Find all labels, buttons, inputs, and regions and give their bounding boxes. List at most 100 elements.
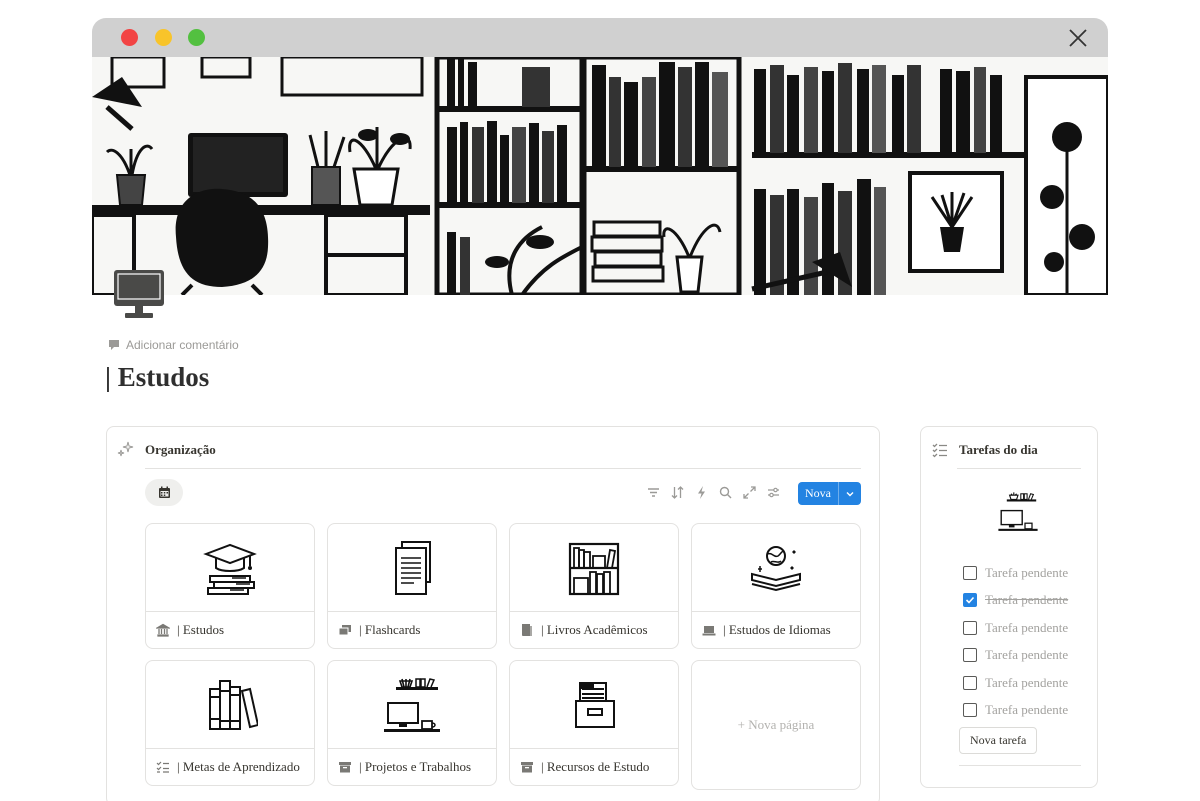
task-item: Tarefa pendente <box>963 620 1068 636</box>
title-bar <box>92 18 1108 57</box>
browser-window: Adicionar comentário | Estudos Organizaç… <box>92 18 1108 801</box>
card-cover <box>692 524 860 612</box>
task-text[interactable]: Tarefa pendente <box>985 620 1068 636</box>
cards-icon <box>338 625 351 636</box>
task-text[interactable]: Tarefa pendente <box>985 675 1068 691</box>
task-checkbox[interactable] <box>963 676 977 690</box>
open-book-globe-icon <box>751 545 801 591</box>
card-title: | Flashcards <box>359 622 421 637</box>
organization-panel: Organização Nova | Estudos | Flashcards … <box>106 426 880 801</box>
organization-title: Organização <box>145 442 216 457</box>
tasks-header: Tarefas do dia <box>932 442 1038 458</box>
card-estudos-de-idiomas[interactable]: | Estudos de Idiomas <box>691 523 861 649</box>
task-checkbox[interactable] <box>963 566 977 580</box>
card-cover <box>328 524 496 612</box>
task-item: Tarefa pendente <box>963 647 1068 663</box>
desk-workspace-icon <box>998 492 1038 531</box>
card-cover <box>510 661 678 749</box>
archive-icon <box>521 762 533 773</box>
card-projetos-e-trabalhos[interactable]: | Projetos e Trabalhos <box>327 660 497 786</box>
card-cover <box>146 661 314 749</box>
expand-icon[interactable] <box>742 485 757 500</box>
divider <box>957 468 1081 469</box>
add-comment-label: Adicionar comentário <box>126 338 239 352</box>
cover-image[interactable] <box>92 57 1108 295</box>
sparkle-icon <box>117 441 134 457</box>
card-label-row: | Metas de Aprendizado <box>146 749 314 785</box>
card-title: | Projetos e Trabalhos <box>359 759 472 774</box>
document-stack-icon <box>395 540 431 595</box>
new-button[interactable]: Nova <box>798 482 861 505</box>
card-cover <box>510 524 678 612</box>
calendar-icon <box>158 486 170 498</box>
task-checkbox[interactable] <box>963 703 977 717</box>
card-cover <box>328 661 496 749</box>
comment-icon <box>109 340 119 350</box>
file-drawer-icon <box>575 681 615 728</box>
close-dot[interactable] <box>121 29 138 46</box>
card-estudos[interactable]: | Estudos <box>145 523 315 649</box>
search-icon[interactable] <box>718 485 733 500</box>
task-item: Tarefa pendente <box>963 565 1068 581</box>
card-label-row: | Flashcards <box>328 612 496 648</box>
card-label-row: | Projetos e Trabalhos <box>328 749 496 785</box>
divider <box>959 765 1081 766</box>
card-recursos-de-estudo[interactable]: | Recursos de Estudo <box>509 660 679 786</box>
archive-icon <box>339 762 351 773</box>
card-title: | Recursos de Estudo <box>541 759 650 774</box>
task-item: Tarefa pendente <box>963 675 1068 691</box>
lightning-icon[interactable] <box>694 485 709 500</box>
add-comment-button[interactable]: Adicionar comentário <box>108 338 239 352</box>
sort-icon[interactable] <box>670 485 685 500</box>
database-toolbar <box>646 485 781 500</box>
tasks-title: Tarefas do dia <box>959 442 1038 457</box>
checklist-icon <box>932 443 947 458</box>
card-title: | Livros Acadêmicos <box>541 622 648 637</box>
bookshelf-icon <box>568 542 620 595</box>
card-label-row: | Estudos de Idiomas <box>692 612 860 648</box>
task-checkbox[interactable] <box>963 648 977 662</box>
card-label-row: | Livros Acadêmicos <box>510 612 678 648</box>
book-icon <box>522 624 532 636</box>
divider <box>145 468 861 469</box>
task-checkbox[interactable] <box>963 621 977 635</box>
new-page-card[interactable]: + Nova página <box>691 660 861 790</box>
maximize-dot[interactable] <box>188 29 205 46</box>
page-title[interactable]: | Estudos <box>105 362 209 393</box>
books-icon <box>209 679 258 730</box>
desk-workspace-icon <box>384 677 440 732</box>
filter-icon[interactable] <box>646 485 661 500</box>
laptop-icon <box>702 626 716 636</box>
new-page-label: + Nova página <box>737 717 815 732</box>
task-checkbox-checked[interactable] <box>963 593 977 607</box>
tasks-panel: Tarefas do dia Tarefa pendente Tarefa pe… <box>920 426 1098 788</box>
calendar-view-tab[interactable] <box>145 479 183 506</box>
new-task-button[interactable]: Nova tarefa <box>959 727 1038 754</box>
organization-header: Organização <box>117 441 216 459</box>
task-text[interactable]: Tarefa pendente <box>985 565 1068 581</box>
desktop-icon[interactable] <box>112 268 166 322</box>
card-title: | Metas de Aprendizado <box>177 759 300 774</box>
card-cover <box>146 524 314 612</box>
card-title: | Estudos <box>177 622 225 637</box>
task-text[interactable]: Tarefa pendente <box>985 647 1068 663</box>
card-label-row: | Estudos <box>146 612 314 648</box>
task-text[interactable]: Tarefa pendente <box>985 702 1068 718</box>
settings-sliders-icon[interactable] <box>766 485 781 500</box>
card-flashcards[interactable]: | Flashcards <box>327 523 497 649</box>
chevron-down-icon[interactable] <box>839 489 861 499</box>
graduation-cap-icon <box>203 543 257 595</box>
checklist-icon <box>156 761 169 773</box>
task-item: Tarefa pendente <box>963 592 1068 608</box>
task-item: Tarefa pendente <box>963 702 1068 718</box>
card-livros-academicos[interactable]: | Livros Acadêmicos <box>509 523 679 649</box>
card-title: | Estudos de Idiomas <box>723 622 831 637</box>
checkmark-icon <box>965 596 975 604</box>
bank-icon <box>156 623 170 637</box>
card-label-row: | Recursos de Estudo <box>510 749 678 785</box>
task-text[interactable]: Tarefa pendente <box>985 592 1068 608</box>
card-metas-de-aprendizado[interactable]: | Metas de Aprendizado <box>145 660 315 786</box>
minimize-dot[interactable] <box>155 29 172 46</box>
new-button-label: Nova <box>805 486 831 500</box>
close-icon[interactable] <box>1068 28 1088 48</box>
